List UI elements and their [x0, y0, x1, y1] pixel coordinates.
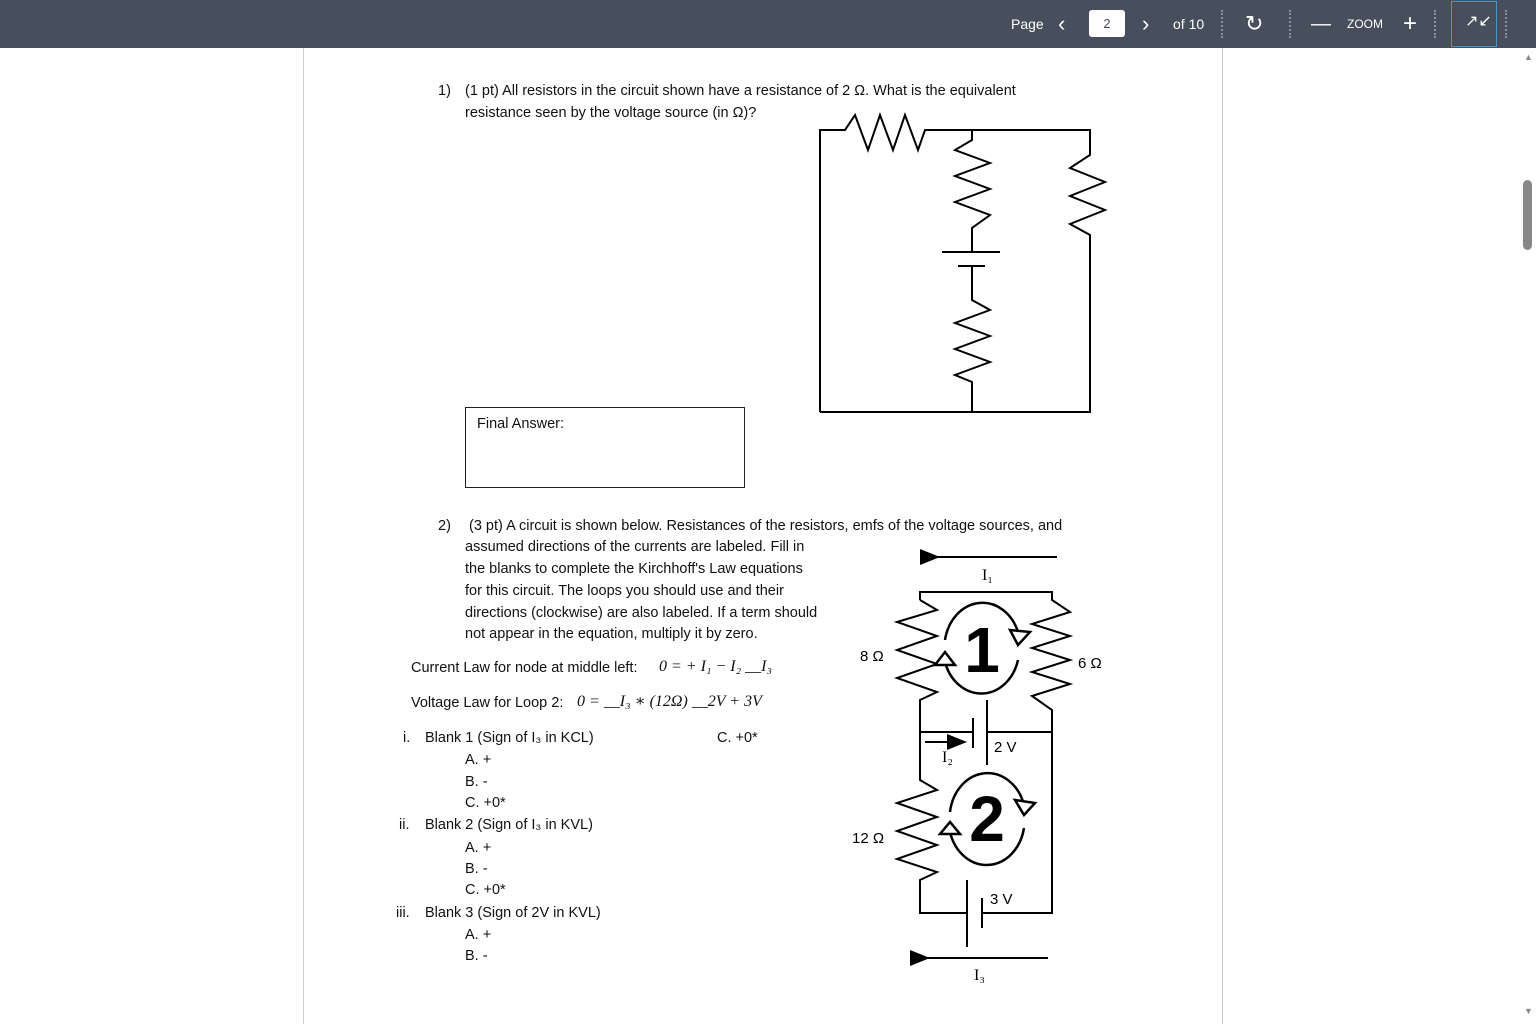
r6-label: 6 Ω [1078, 655, 1102, 672]
v3-label: 3 V [990, 891, 1013, 908]
i2-label: I₂ [942, 749, 953, 766]
loop-1-label: 1 [964, 614, 1000, 686]
v2-label: 2 V [994, 739, 1017, 756]
i3-label: I₃ [974, 967, 985, 984]
circuit-diagrams: 1 2 I₁ I₂ I₃ 8 Ω 6 Ω 12 Ω 2 V 3 V [819, 112, 1108, 984]
scroll-up-icon[interactable]: ▲ [1524, 52, 1533, 62]
r8-label: 8 Ω [860, 648, 884, 665]
loop-2-label: 2 [969, 783, 1005, 855]
r12-label: 12 Ω [852, 830, 884, 847]
scroll-down-icon[interactable]: ▼ [1524, 1006, 1533, 1016]
circuit-1 [819, 112, 1108, 413]
scrollbar-thumb[interactable] [1523, 180, 1532, 250]
i1-label: I₁ [982, 567, 993, 584]
